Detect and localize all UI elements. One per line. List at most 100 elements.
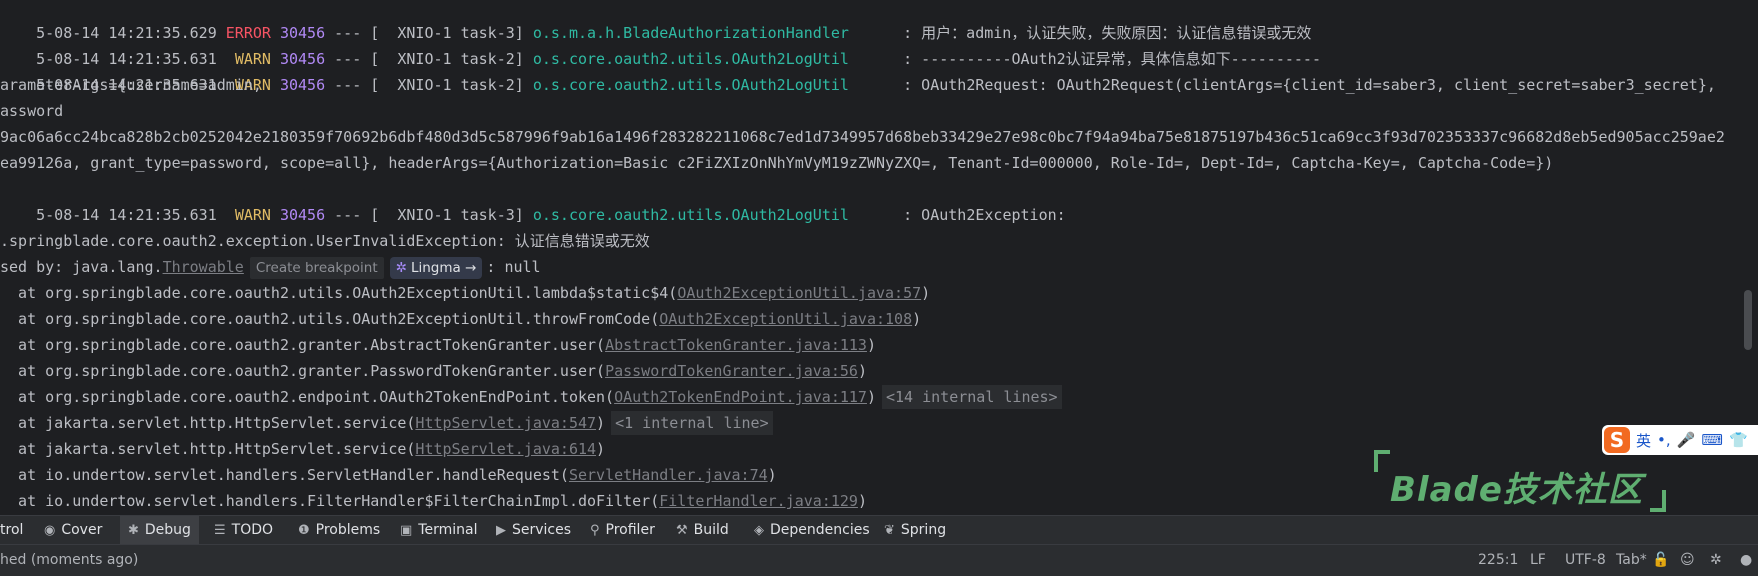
assistant-icon[interactable]: ☺: [1680, 545, 1695, 576]
tab-label: trol: [0, 522, 24, 538]
ime-language-toggle[interactable]: 英: [1636, 430, 1651, 451]
log-line: 5-08-14 14:21:35.629 ERROR 30456 --- [ X…: [0, 0, 1311, 42]
tab-label: Debug: [144, 522, 191, 538]
stack-frame-close: ): [866, 336, 876, 354]
stack-frame-close: ): [921, 284, 931, 302]
indent-setting[interactable]: Tab*: [1616, 545, 1647, 576]
stack-frame-close: ): [857, 362, 867, 380]
tab-problems[interactable]: ❶ Problems: [290, 516, 388, 545]
lock-icon[interactable]: 🔓: [1652, 545, 1669, 576]
source-link[interactable]: OAuth2TokenEndPoint.java:117: [614, 388, 867, 406]
tab-build[interactable]: ⚒ Build: [668, 516, 737, 545]
log-logger[interactable]: o.s.core.oauth2.utils.OAuth2LogUtil: [533, 206, 849, 224]
internal-lines-fold[interactable]: <14 internal lines>: [882, 385, 1062, 409]
stack-frame: at org.springblade.core.oauth2.utils.OAu…: [0, 306, 921, 332]
terminal-icon: ▣: [400, 523, 413, 538]
stack-frame-method: at org.springblade.core.oauth2.endpoint.…: [0, 388, 615, 406]
source-link[interactable]: FilterHandler.java:129: [659, 492, 858, 510]
stack-frame-method: at jakarta.servlet.http.HttpServlet.serv…: [0, 414, 416, 432]
stack-frame: at org.springblade.core.oauth2.granter.A…: [0, 332, 876, 358]
log-pid: 30456: [279, 206, 326, 224]
watermark-bracket-right: [1650, 490, 1666, 512]
tab-spring[interactable]: ❦ Spring: [876, 516, 954, 545]
log-logger[interactable]: o.s.core.oauth2.utils.OAuth2LogUtil: [533, 76, 849, 94]
stack-frame-method: at io.undertow.servlet.handlers.FilterHa…: [0, 492, 660, 510]
services-play-icon: ▶: [496, 523, 506, 538]
log-message: : OAuth2Exception:: [903, 206, 1066, 224]
problems-icon: ❶: [298, 523, 310, 538]
log-continuation: assword: [0, 102, 64, 120]
lingma-icon: ✲: [395, 259, 407, 276]
stack-frame-method: at org.springblade.core.oauth2.granter.A…: [0, 336, 606, 354]
log-thread: [ XNIO-1 task-2]: [370, 76, 524, 94]
source-link[interactable]: HttpServlet.java:547: [415, 414, 596, 432]
exception-line: .springblade.core.oauth2.exception.UserI…: [0, 232, 650, 250]
profiler-icon: ⚲: [590, 523, 600, 538]
ime-skin-icon[interactable]: 👕: [1729, 431, 1748, 449]
source-link[interactable]: HttpServlet.java:614: [415, 440, 596, 458]
tab-label: Build: [693, 522, 729, 538]
tab-label: Cover: [61, 522, 103, 538]
tab-control[interactable]: trol: [0, 516, 31, 545]
line-separator[interactable]: LF: [1530, 545, 1546, 576]
dependencies-icon: ◈: [754, 523, 764, 538]
tab-label: Dependencies: [770, 522, 870, 538]
ime-mic-icon[interactable]: 🎤: [1677, 431, 1696, 449]
log-continuation: 9ac06a6cc24bca828b2cb0252042e2180359f706…: [0, 128, 1725, 146]
file-encoding[interactable]: UTF-8: [1565, 545, 1606, 576]
status-message[interactable]: hed (moments ago): [0, 545, 138, 576]
tab-profiler[interactable]: ⚲ Profiler: [582, 516, 663, 545]
create-breakpoint-button[interactable]: Create breakpoint: [249, 256, 384, 279]
debug-bug-icon: ✱: [128, 523, 139, 538]
stack-frame: at io.undertow.servlet.handlers.FilterHa…: [0, 488, 867, 514]
log-thread: [ XNIO-1 task-3]: [370, 206, 524, 224]
stack-frame: at jakarta.servlet.http.HttpServlet.serv…: [0, 436, 605, 462]
internal-lines-fold[interactable]: <1 internal line>: [611, 411, 773, 435]
caused-by-line: sed by: java.lang.Throwable Create breakp…: [0, 254, 541, 280]
tab-label: Spring: [900, 522, 947, 538]
tab-services[interactable]: ▶ Services: [488, 516, 579, 545]
tool-window-bar: trol ◉ Cover ✱ Debug ☰ TODO ❶ Problems ▣ Term…: [0, 515, 1758, 545]
tab-todo[interactable]: ☰ TODO: [206, 516, 281, 545]
stack-frame-close: ): [596, 440, 606, 458]
source-link[interactable]: OAuth2ExceptionUtil.java:57: [677, 284, 921, 302]
cover-icon: ◉: [44, 523, 56, 538]
stack-frame-method: at jakarta.servlet.http.HttpServlet.serv…: [0, 440, 416, 458]
stack-frame: at jakarta.servlet.http.HttpServlet.serv…: [0, 410, 773, 436]
console-output: 5-08-14 14:21:35.629 ERROR 30456 --- [ X…: [0, 0, 1758, 515]
caret-position[interactable]: 225:1: [1478, 545, 1518, 576]
tab-cover[interactable]: ◉ Cover: [36, 516, 110, 545]
stack-frame-method: at org.springblade.core.oauth2.granter.P…: [0, 362, 606, 380]
ime-keyboard-icon[interactable]: ⌨: [1701, 431, 1723, 449]
lingma-status-icon[interactable]: ✲: [1710, 545, 1722, 576]
tab-dependencies[interactable]: ◈ Dependencies: [746, 516, 878, 545]
source-link[interactable]: PasswordTokenGranter.java:56: [605, 362, 858, 380]
tab-terminal[interactable]: ▣ Terminal: [392, 516, 485, 545]
stack-frame-close: ): [596, 414, 606, 432]
source-link[interactable]: AbstractTokenGranter.java:113: [605, 336, 867, 354]
stack-frame-method: at org.springblade.core.oauth2.utils.OAu…: [0, 284, 678, 302]
log-continuation: ea99126a, grant_type=password, scope=all…: [0, 154, 1554, 172]
stack-frame: at org.springblade.core.oauth2.utils.OAu…: [0, 280, 930, 306]
throwable-link[interactable]: Throwable: [163, 258, 244, 276]
log-pid: 30456: [279, 76, 326, 94]
log-sep: ---: [334, 76, 362, 94]
build-hammer-icon: ⚒: [676, 523, 688, 538]
lingma-button[interactable]: ✲ Lingma →: [389, 256, 483, 279]
stack-frame-close: ): [767, 466, 777, 484]
source-link[interactable]: OAuth2ExceptionUtil.java:108: [659, 310, 912, 328]
stack-frame-close: ): [866, 388, 876, 406]
stack-frame: at org.springblade.core.oauth2.endpoint.…: [0, 384, 1062, 410]
source-link[interactable]: ServletHandler.java:74: [569, 466, 768, 484]
tab-label: Problems: [315, 522, 381, 538]
tab-label: Terminal: [418, 522, 478, 538]
notifications-icon[interactable]: ●: [1740, 545, 1752, 576]
tab-label: TODO: [231, 522, 274, 538]
console-scrollbar[interactable]: [1744, 290, 1752, 350]
stack-frame-method: at io.undertow.servlet.handlers.ServletH…: [0, 466, 569, 484]
log-sep: ---: [334, 206, 362, 224]
lingma-label: Lingma →: [410, 259, 477, 276]
tab-debug[interactable]: ✱ Debug: [120, 516, 199, 545]
ime-punct-icon[interactable]: •,: [1657, 431, 1671, 449]
tab-label: Services: [512, 522, 572, 538]
